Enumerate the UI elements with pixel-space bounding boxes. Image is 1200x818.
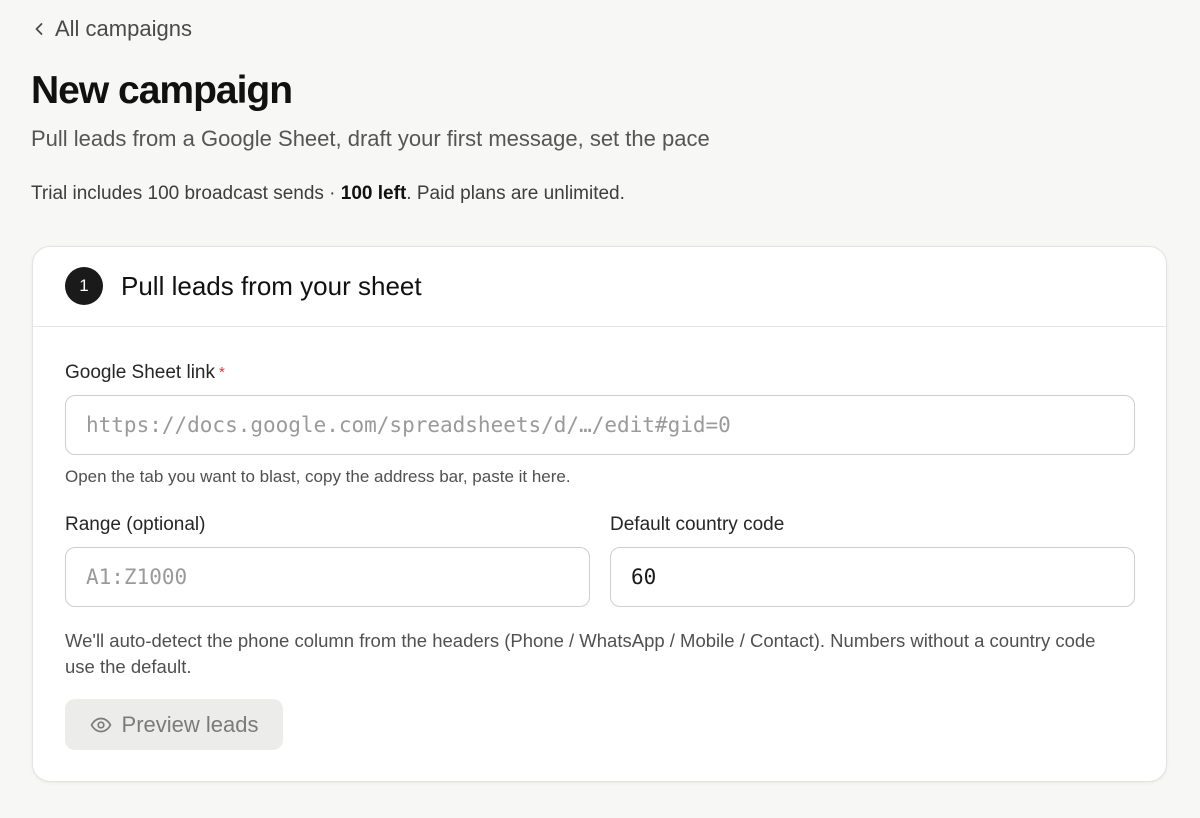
trial-note-suffix: . Paid plans are unlimited.: [406, 183, 625, 204]
sheet-link-label-text: Google Sheet link: [65, 362, 215, 383]
preview-leads-label: Preview leads: [121, 711, 259, 737]
card-header: 1 Pull leads from your sheet: [33, 247, 1166, 327]
trial-remaining-count: 100 left: [340, 183, 407, 204]
sheet-link-hint: Open the tab you want to blast, copy the…: [65, 467, 571, 486]
trial-note-prefix: Trial includes 100 broadcast sends ·: [31, 183, 341, 204]
sheet-link-input[interactable]: [65, 395, 1135, 455]
country-code-input[interactable]: [610, 547, 1135, 607]
trial-usage-note: Trial includes 100 broadcast sends · 100…: [31, 181, 625, 207]
eye-icon: [90, 717, 112, 733]
phone-detect-hint: We'll auto-detect the phone column from …: [65, 630, 1096, 677]
page-subtitle: Pull leads from a Google Sheet, draft yo…: [31, 126, 710, 151]
range-input[interactable]: [65, 547, 590, 607]
page-title: New campaign: [31, 69, 293, 112]
card-title: Pull leads from your sheet: [121, 271, 422, 301]
required-marker: *: [219, 364, 225, 381]
range-label: Range (optional): [65, 514, 206, 535]
back-to-campaigns-link[interactable]: All campaigns: [33, 14, 192, 44]
preview-leads-button[interactable]: Preview leads: [65, 699, 283, 750]
step-pull-leads-card: 1 Pull leads from your sheet Google Shee…: [32, 246, 1167, 782]
sheet-link-label: Google Sheet link *: [65, 360, 225, 386]
step-number-badge: 1: [65, 267, 103, 305]
back-link-label: All campaigns: [55, 16, 192, 41]
country-code-label: Default country code: [610, 514, 785, 535]
chevron-left-icon: [33, 21, 45, 37]
